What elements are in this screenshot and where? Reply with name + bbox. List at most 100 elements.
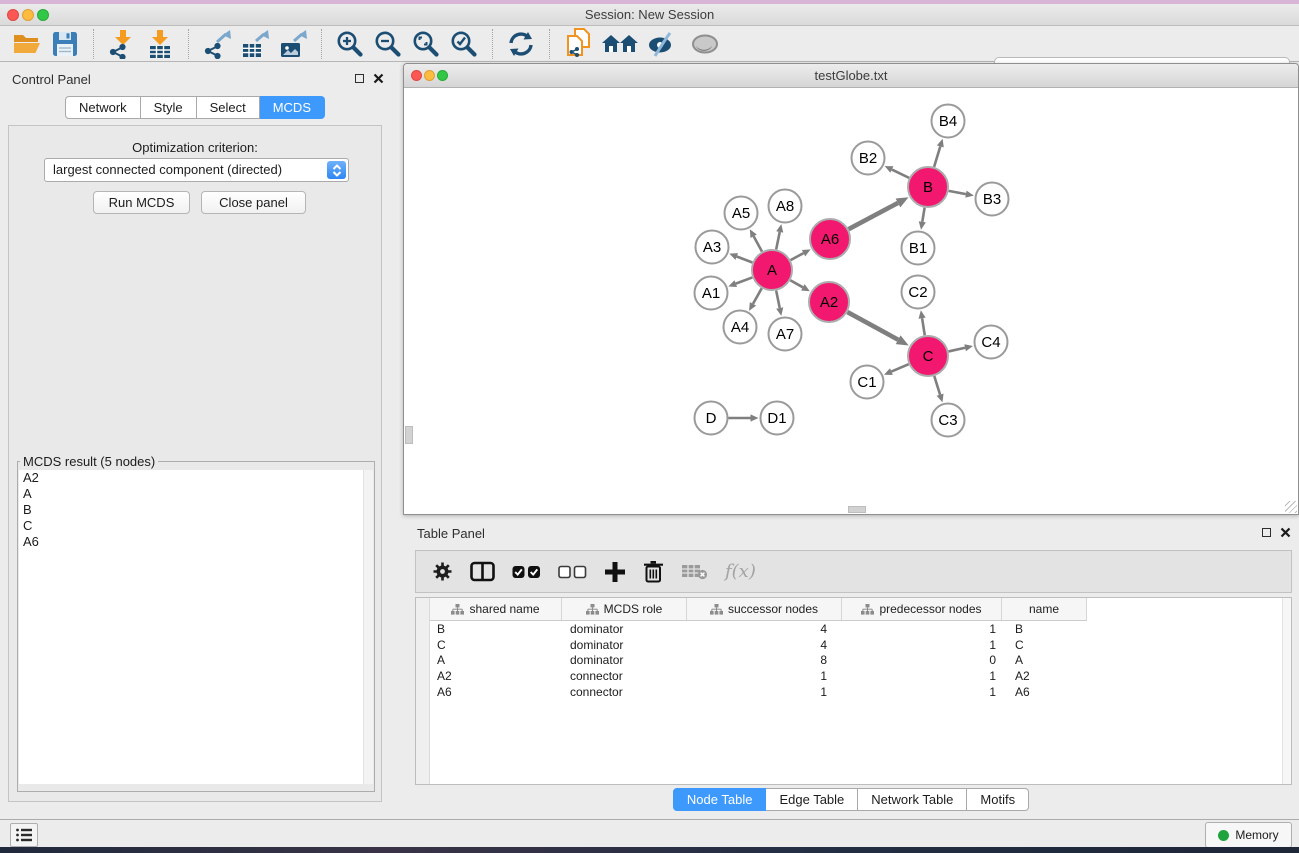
refresh-button[interactable]	[505, 29, 537, 59]
graph-edge[interactable]	[934, 376, 940, 395]
table-cell[interactable]: A6	[1002, 685, 1087, 699]
close-panel-icon[interactable]	[373, 73, 384, 84]
table-cell[interactable]: A2	[1002, 669, 1087, 683]
table-cell[interactable]: 0	[842, 653, 1002, 667]
table-row[interactable]: A2connector11A2	[430, 668, 1282, 684]
criterion-select[interactable]: largest connected component (directed)	[44, 158, 349, 182]
mcds-result-item[interactable]: A6	[19, 534, 373, 550]
graph-edge[interactable]	[922, 208, 924, 222]
table-cell[interactable]: dominator	[562, 653, 687, 667]
graph-edge[interactable]	[934, 146, 940, 167]
table-cell[interactable]: 1	[842, 685, 1002, 699]
table-cell[interactable]: C	[1002, 638, 1087, 652]
graph-edge[interactable]	[948, 348, 965, 352]
add-column-button[interactable]	[604, 561, 626, 583]
select-all-button[interactable]	[512, 565, 541, 579]
task-history-button[interactable]	[10, 823, 38, 847]
clone-network-button[interactable]	[562, 29, 594, 59]
bottom-splitter-handle[interactable]	[848, 506, 866, 513]
table-row[interactable]: A6connector11A6	[430, 684, 1282, 700]
export-table-button[interactable]	[239, 29, 271, 59]
network-window-titlebar[interactable]: testGlobe.txt	[404, 64, 1298, 88]
graph-edge[interactable]	[922, 318, 925, 335]
table-cell[interactable]: 1	[842, 638, 1002, 652]
list-scrollbar[interactable]	[363, 470, 373, 784]
table-cell[interactable]: B	[1002, 622, 1087, 636]
show-graphics-details-button[interactable]	[689, 29, 721, 59]
first-neighbors-button[interactable]	[600, 29, 640, 59]
tab-select[interactable]: Select	[197, 96, 260, 119]
column-header-shared-name[interactable]: shared name	[430, 598, 562, 620]
table-cell[interactable]: 1	[687, 685, 842, 699]
graph-edge[interactable]	[949, 191, 966, 194]
graph-edge[interactable]	[892, 170, 909, 178]
table-cell[interactable]: 1	[687, 669, 842, 683]
graph-edge[interactable]	[754, 236, 762, 251]
close-panel-icon[interactable]	[1280, 527, 1291, 538]
tab-node-table[interactable]: Node Table	[673, 788, 767, 811]
column-header-MCDS-role[interactable]: MCDS role	[562, 598, 687, 620]
table-cell[interactable]: A2	[430, 669, 562, 683]
deselect-all-button[interactable]	[558, 565, 587, 579]
table-cell[interactable]: B	[430, 622, 562, 636]
zoom-fit-button[interactable]	[410, 29, 442, 59]
save-session-button[interactable]	[49, 29, 81, 59]
mcds-result-item[interactable]: A	[19, 486, 373, 502]
table-cell[interactable]: dominator	[562, 638, 687, 652]
column-header-name[interactable]: name	[1002, 598, 1087, 620]
import-table-button[interactable]	[144, 29, 176, 59]
table-cell[interactable]: 4	[687, 638, 842, 652]
graph-edge[interactable]	[847, 312, 898, 340]
table-row[interactable]: Bdominator41B	[430, 621, 1282, 637]
resize-grip-icon[interactable]	[1285, 501, 1297, 513]
network-graph[interactable]: B4B2BB3A8A5A6A3B1AC2A1A2A4A7C4CC1C3DD1	[404, 88, 1298, 514]
tab-network[interactable]: Network	[65, 96, 141, 119]
table-cell[interactable]: C	[430, 638, 562, 652]
function-builder-button[interactable]: f(x)	[725, 561, 756, 582]
table-cell[interactable]: connector	[562, 669, 687, 683]
show-columns-button[interactable]	[470, 561, 495, 582]
graph-edge[interactable]	[753, 288, 762, 304]
mcds-result-list[interactable]: A2ABCA6	[19, 470, 373, 784]
graph-edge[interactable]	[736, 277, 753, 283]
table-cell[interactable]: connector	[562, 685, 687, 699]
graph-edge[interactable]	[891, 364, 908, 371]
table-cell[interactable]: 4	[687, 622, 842, 636]
graph-edge[interactable]	[776, 291, 780, 308]
table-cell[interactable]: 1	[842, 669, 1002, 683]
table-cell[interactable]: 1	[842, 622, 1002, 636]
import-network-button[interactable]	[106, 29, 138, 59]
mcds-result-item[interactable]: B	[19, 502, 373, 518]
export-network-button[interactable]	[201, 29, 233, 59]
mcds-result-item[interactable]: A2	[19, 470, 373, 486]
delete-table-button[interactable]	[681, 563, 708, 580]
column-header-successor-nodes[interactable]: successor nodes	[687, 598, 842, 620]
zoom-in-button[interactable]	[334, 29, 366, 59]
float-panel-icon[interactable]	[1262, 528, 1271, 537]
tab-mcds[interactable]: MCDS	[260, 96, 325, 119]
graph-edge[interactable]	[776, 232, 780, 249]
graph-edge[interactable]	[791, 253, 804, 260]
table-row[interactable]: Adominator80A	[430, 652, 1282, 668]
tab-edge-table[interactable]: Edge Table	[766, 788, 858, 811]
float-panel-icon[interactable]	[355, 74, 364, 83]
hide-panels-button[interactable]	[646, 29, 678, 59]
table-cell[interactable]: A	[430, 653, 562, 667]
graph-edge[interactable]	[790, 280, 803, 287]
memory-button[interactable]: Memory	[1205, 822, 1292, 848]
mcds-result-item[interactable]: C	[19, 518, 373, 534]
delete-column-button[interactable]	[643, 560, 664, 583]
table-cell[interactable]: A	[1002, 653, 1087, 667]
open-session-button[interactable]	[11, 29, 43, 59]
close-panel-button[interactable]: Close panel	[201, 191, 306, 214]
network-canvas[interactable]: B4B2BB3A8A5A6A3B1AC2A1A2A4A7C4CC1C3DD1	[404, 88, 1298, 514]
zoom-selected-button[interactable]	[448, 29, 480, 59]
zoom-out-button[interactable]	[372, 29, 404, 59]
tab-motifs[interactable]: Motifs	[967, 788, 1029, 811]
export-image-button[interactable]	[277, 29, 309, 59]
table-cell[interactable]: A6	[430, 685, 562, 699]
table-scrollbar[interactable]	[1282, 598, 1291, 784]
tab-network-table[interactable]: Network Table	[858, 788, 967, 811]
tab-style[interactable]: Style	[141, 96, 197, 119]
run-mcds-button[interactable]: Run MCDS	[93, 191, 190, 214]
